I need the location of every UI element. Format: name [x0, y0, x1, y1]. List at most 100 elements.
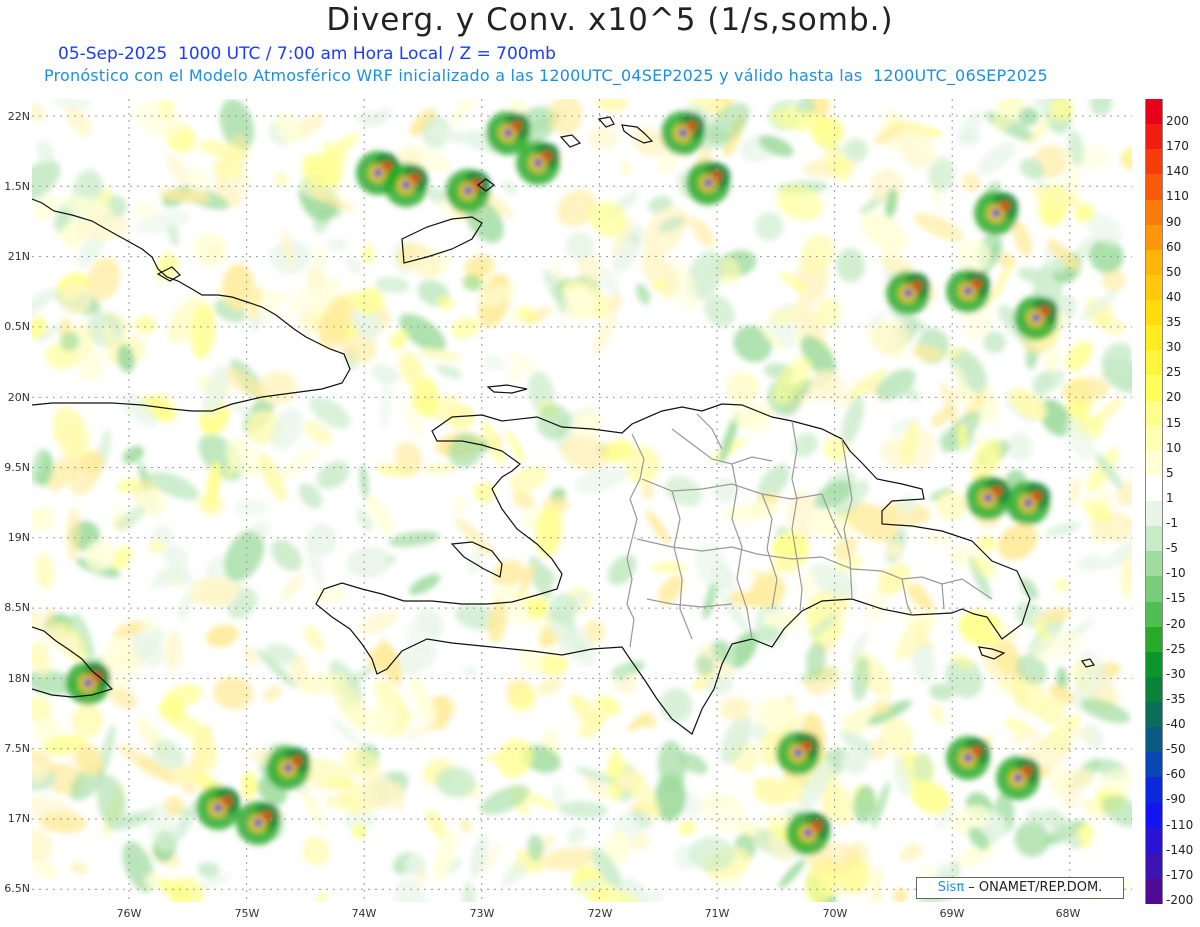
colorbar-label: 90 [1166, 214, 1182, 229]
field-cell [972, 279, 982, 289]
chart-title: Diverg. y Conv. x10^5 (1/s,somb.) [326, 2, 894, 38]
field-cell [1032, 314, 1040, 322]
colorbar-swatch [1145, 450, 1163, 477]
colorbar-swatch [1145, 400, 1163, 427]
colorbar-label: -15 [1166, 591, 1186, 606]
colorbar-label: 10 [1166, 440, 1182, 455]
colorbar-swatch [1145, 99, 1163, 125]
colorbar-label: 25 [1166, 365, 1182, 380]
field-cell [802, 741, 812, 751]
lat-label: 18N [7, 672, 30, 685]
field-cell [687, 121, 697, 131]
field-cell [992, 209, 1000, 217]
colorbar-swatch [1145, 827, 1163, 854]
colorbar-swatch [1145, 224, 1163, 251]
colorbar-label: 40 [1166, 289, 1182, 304]
field-cell [964, 754, 972, 762]
colorbar-label: 60 [1166, 239, 1182, 254]
field-cell [534, 159, 542, 167]
field-cell [1000, 201, 1010, 211]
lat-label: 22N [7, 110, 30, 123]
subtitle-model: Pronóstico con el Modelo Atmosférico WRF… [44, 66, 1048, 85]
lon-label: 75W [234, 907, 260, 920]
colorbar-label: -1 [1166, 516, 1178, 530]
colorbar-label: 30 [1166, 340, 1182, 355]
field-blob [462, 664, 477, 678]
colorbar-label: 50 [1166, 264, 1182, 279]
field-cell [812, 821, 822, 831]
colorbar-label: -25 [1166, 641, 1186, 656]
colorbar-label: -60 [1166, 767, 1186, 782]
field-cell [464, 187, 472, 195]
colorbar-label: 110 [1166, 189, 1189, 204]
field-cell [254, 819, 262, 827]
field-cell [1024, 499, 1032, 507]
lon-label: 72W [587, 907, 613, 920]
field-cell [794, 749, 802, 757]
field-cell [512, 121, 522, 131]
field-cell [964, 287, 972, 295]
lon-label: 71W [704, 907, 730, 920]
credit-text: – ONAMET/REP.DOM. [964, 880, 1103, 895]
field-cell [679, 129, 687, 137]
colorbar-swatch [1145, 475, 1163, 502]
colorbar-swatch [1145, 300, 1163, 326]
colorbar-label: -5 [1166, 541, 1178, 556]
colorbar-label: -30 [1166, 666, 1186, 681]
field-cell [542, 151, 552, 161]
subtitle-time: 05-Sep-2025 1000 UTC / 7:00 am Hora Loca… [58, 44, 556, 64]
lat-label: 1.5N [4, 180, 30, 193]
field-cell [402, 181, 410, 189]
colorbar-swatch [1145, 174, 1163, 200]
colorbar-label: -20 [1166, 616, 1186, 631]
field-cell [222, 796, 232, 806]
colorbar-label: -140 [1166, 842, 1194, 857]
lat-label: 17N [7, 812, 30, 825]
lon-label: 70W [822, 907, 848, 920]
colorbar-swatch [1145, 877, 1163, 904]
colorbar-label: 15 [1166, 415, 1182, 430]
colorbar-swatch [1145, 777, 1163, 803]
field-cell [374, 169, 382, 177]
colorbar-label: -90 [1166, 792, 1186, 807]
lon-label: 69W [939, 907, 965, 920]
lon-label: 76W [116, 907, 142, 920]
field-cell [214, 804, 222, 812]
colorbar-swatch [1145, 551, 1163, 577]
colorbar-label: 1 [1166, 490, 1174, 505]
field-cell [1032, 491, 1042, 501]
colorbar-label: 5 [1166, 465, 1174, 480]
colorbar-swatch [1145, 375, 1163, 401]
colorbar-label: 200 [1166, 114, 1189, 128]
colorbar-label: -50 [1166, 742, 1186, 757]
colorbar-swatch [1145, 124, 1163, 150]
map-svg [32, 99, 1132, 902]
field-blob [133, 200, 157, 221]
lat-label: 7.5N [4, 742, 30, 755]
lat-label: 0.5N [4, 320, 30, 333]
lat-label: 21N [7, 250, 30, 263]
colorbar-swatch [1145, 676, 1163, 703]
field-cell [912, 281, 922, 291]
lon-label: 73W [469, 907, 495, 920]
lat-label: 8.5N [4, 601, 30, 614]
lat-label: 19N [7, 531, 30, 544]
colorbar-swatch [1145, 752, 1163, 778]
colorbar-label: -170 [1166, 867, 1194, 882]
colorbar-swatch [1145, 852, 1163, 879]
colorbar-swatch [1145, 274, 1163, 301]
field-cell [1014, 774, 1022, 782]
colorbar-label: -35 [1166, 691, 1186, 706]
field-cell [992, 486, 1002, 496]
field-cell [904, 289, 912, 297]
lat-label: 20N [7, 391, 30, 404]
field-cell [284, 764, 292, 772]
field-cell [1022, 766, 1032, 776]
field-cell [84, 679, 92, 687]
map-panel [32, 99, 1132, 902]
colorbar-label: -110 [1166, 817, 1194, 832]
colorbar-swatch [1145, 149, 1163, 175]
lat-label: 6.5N [4, 882, 30, 895]
colorbar-swatch [1145, 425, 1163, 452]
lon-label: 74W [351, 907, 377, 920]
